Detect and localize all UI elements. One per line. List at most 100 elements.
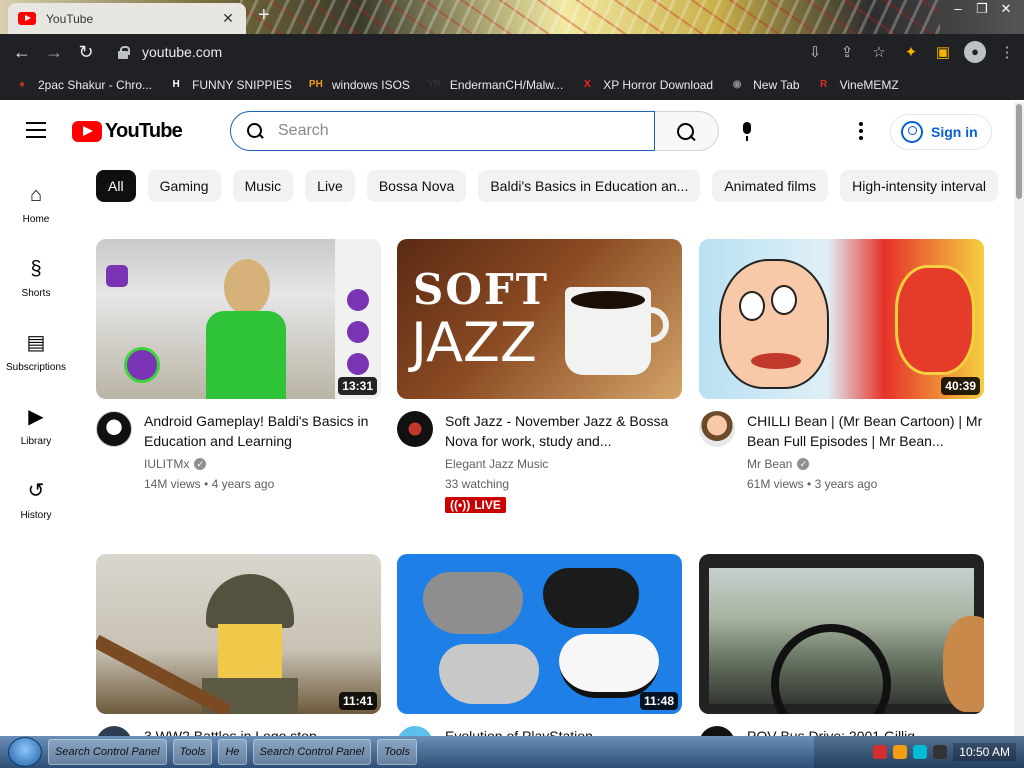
bookmark-item[interactable]: R VineMEMZ xyxy=(816,77,899,93)
video-thumbnail[interactable]: 11:48 xyxy=(397,554,682,714)
sidebar-item-history[interactable]: ↺ History xyxy=(0,472,72,546)
toolbar-actions: ⇩ ⇪ ☆ ✦ ▣ ● ⋮ xyxy=(804,34,1018,70)
bookmark-item[interactable]: ♠ 2pac Shakur - Chro... xyxy=(14,77,152,93)
back-arrow-icon[interactable]: ← xyxy=(6,36,38,68)
extensions-puzzle-icon[interactable]: ✦ xyxy=(900,43,922,61)
start-orb-icon[interactable] xyxy=(8,737,42,767)
forward-arrow-icon[interactable]: → xyxy=(38,36,70,68)
bookmark-label: EndermanCH/Malw... xyxy=(449,78,564,92)
side-panel-icon[interactable]: ▣ xyxy=(932,43,954,61)
sidebar-item-library[interactable]: ▶ Library xyxy=(0,398,72,472)
video-title[interactable]: Soft Jazz - November Jazz & Bossa Nova f… xyxy=(445,411,682,451)
channel-name[interactable]: Elegant Jazz Music xyxy=(445,457,548,471)
channel-avatar[interactable] xyxy=(699,726,735,736)
bookmark-item[interactable]: X XP Horror Download xyxy=(579,77,713,93)
video-title[interactable]: POV Bus Drive: 2001 Gillig xyxy=(747,726,915,736)
taskbar-item[interactable]: Tools xyxy=(377,739,417,765)
video-title[interactable]: CHILLI Bean | (Mr Bean Cartoon) | Mr Bea… xyxy=(747,411,984,451)
channel-avatar[interactable] xyxy=(96,726,132,736)
video-card[interactable]: 13:31 Android Gameplay! Baldi's Basics i… xyxy=(96,239,381,491)
address-bar[interactable]: youtube.com xyxy=(108,38,878,66)
video-meta: Evolution of PlayStation xyxy=(397,726,682,736)
channel-avatar[interactable] xyxy=(699,411,735,447)
video-card[interactable]: POV Bus Drive: 2001 Gillig xyxy=(699,554,984,736)
close-window-button[interactable]: ✕ xyxy=(994,0,1018,20)
taskbar-clock[interactable]: 10:50 AM xyxy=(953,743,1016,761)
sidebar-item-subscriptions[interactable]: ▤ Subscriptions xyxy=(0,324,72,398)
channel-avatar[interactable] xyxy=(397,726,433,736)
microphone-icon[interactable] xyxy=(738,122,756,142)
video-title[interactable]: Evolution of PlayStation xyxy=(445,726,593,736)
filter-chip[interactable]: Music xyxy=(232,170,294,202)
baldi-character-figure xyxy=(206,259,286,399)
tab-close-icon[interactable]: ✕ xyxy=(220,10,236,27)
share-icon[interactable]: ⇪ xyxy=(836,43,858,61)
tray-app-icon[interactable] xyxy=(933,745,948,759)
taskbar-item[interactable]: Tools xyxy=(172,739,213,765)
search-box[interactable] xyxy=(230,111,655,151)
tray-app-icon[interactable] xyxy=(913,745,928,759)
filter-chip[interactable]: High-intensity interval xyxy=(840,170,998,202)
theme-background xyxy=(240,0,940,34)
video-thumbnail[interactable]: 40:39 xyxy=(699,239,984,399)
sidebar-item-home[interactable]: ⌂ Home xyxy=(0,176,72,250)
video-meta: CHILLI Bean | (Mr Bean Cartoon) | Mr Bea… xyxy=(699,411,984,491)
video-title[interactable]: Android Gameplay! Baldi's Basics in Educ… xyxy=(144,411,381,451)
ps4-controller-figure xyxy=(543,568,639,628)
chrome-menu-icon[interactable]: ⋮ xyxy=(996,43,1018,61)
ph-icon: PH xyxy=(308,79,323,90)
lock-icon[interactable] xyxy=(116,45,130,59)
hamburger-menu-icon[interactable] xyxy=(26,122,46,138)
channel-avatar[interactable] xyxy=(397,411,433,447)
channel-name-row: Mr Bean ✓ xyxy=(747,457,984,471)
video-thumbnail[interactable]: 13:31 xyxy=(96,239,381,399)
tray-app-icon[interactable] xyxy=(893,745,908,759)
video-thumbnail[interactable] xyxy=(699,554,984,714)
filter-chip[interactable]: All xyxy=(96,170,136,202)
bookmark-item[interactable]: ◉ New Tab xyxy=(729,77,800,93)
install-icon[interactable]: ⇩ xyxy=(804,43,826,61)
filter-chip[interactable]: Gaming xyxy=(147,170,221,202)
settings-kebab-icon[interactable] xyxy=(858,122,864,140)
taskbar-item[interactable]: Search Control Panel xyxy=(252,739,372,765)
profile-avatar-icon[interactable]: ● xyxy=(964,41,986,63)
search-input[interactable] xyxy=(278,122,638,140)
youtube-logo[interactable]: YouTube xyxy=(72,120,183,143)
channel-name-row: Elegant Jazz Music xyxy=(445,457,682,471)
filter-chip[interactable]: Live xyxy=(305,170,355,202)
bookmark-item[interactable]: H FUNNY SNIPPIES xyxy=(168,77,291,93)
reload-icon[interactable]: ↻ xyxy=(70,36,102,68)
minimize-button[interactable]: – xyxy=(946,0,970,20)
url-text[interactable]: youtube.com xyxy=(142,44,222,60)
tab-youtube[interactable]: YouTube ✕ xyxy=(8,3,246,34)
channel-name[interactable]: Mr Bean xyxy=(747,457,792,471)
taskbar-item[interactable]: Search Control Panel xyxy=(48,739,167,765)
video-card[interactable]: 40:39 CHILLI Bean | (Mr Bean Cartoon) | … xyxy=(699,239,984,491)
maximize-button[interactable]: ❐ xyxy=(970,0,994,20)
video-thumbnail[interactable]: 11:41 xyxy=(96,554,381,714)
video-card[interactable]: 11:48 Evolution of PlayStation xyxy=(397,554,682,736)
sidebar-item-shorts[interactable]: § Shorts xyxy=(0,250,72,324)
filter-chip[interactable]: Animated films xyxy=(712,170,829,202)
scrollbar-thumb[interactable] xyxy=(1016,104,1022,199)
new-tab-button[interactable]: + xyxy=(258,4,270,27)
upload-age: 3 years ago xyxy=(814,477,878,491)
page-scrollbar[interactable] xyxy=(1014,102,1024,736)
filter-chip[interactable]: Bossa Nova xyxy=(366,170,467,202)
video-card[interactable]: 11:41 3 WW2 Battles in Lego stop xyxy=(96,554,381,736)
channel-avatar[interactable] xyxy=(96,411,132,447)
bookmark-item[interactable]: PH windows ISOS xyxy=(308,77,410,93)
video-thumbnail[interactable]: SOFT JAZZ xyxy=(397,239,682,399)
video-card[interactable]: SOFT JAZZ Soft Jazz - November Jazz & Bo… xyxy=(397,239,682,514)
bookmarks-bar: ♠ 2pac Shakur - Chro... H FUNNY SNIPPIES PH w… xyxy=(0,70,1024,100)
bookmark-item[interactable]: YP EndermanCH/Malw... xyxy=(426,77,563,93)
channel-name[interactable]: IULITMx xyxy=(144,457,189,471)
search-icon xyxy=(247,123,263,139)
taskbar-item[interactable]: He xyxy=(218,739,247,765)
sign-in-button[interactable]: Sign in xyxy=(890,114,992,150)
filter-chip[interactable]: Baldi's Basics in Education an... xyxy=(478,170,701,202)
tray-app-icon[interactable] xyxy=(873,745,888,759)
search-button[interactable] xyxy=(655,111,719,151)
video-title[interactable]: 3 WW2 Battles in Lego stop xyxy=(144,726,317,736)
bookmark-star-icon[interactable]: ☆ xyxy=(868,43,890,61)
